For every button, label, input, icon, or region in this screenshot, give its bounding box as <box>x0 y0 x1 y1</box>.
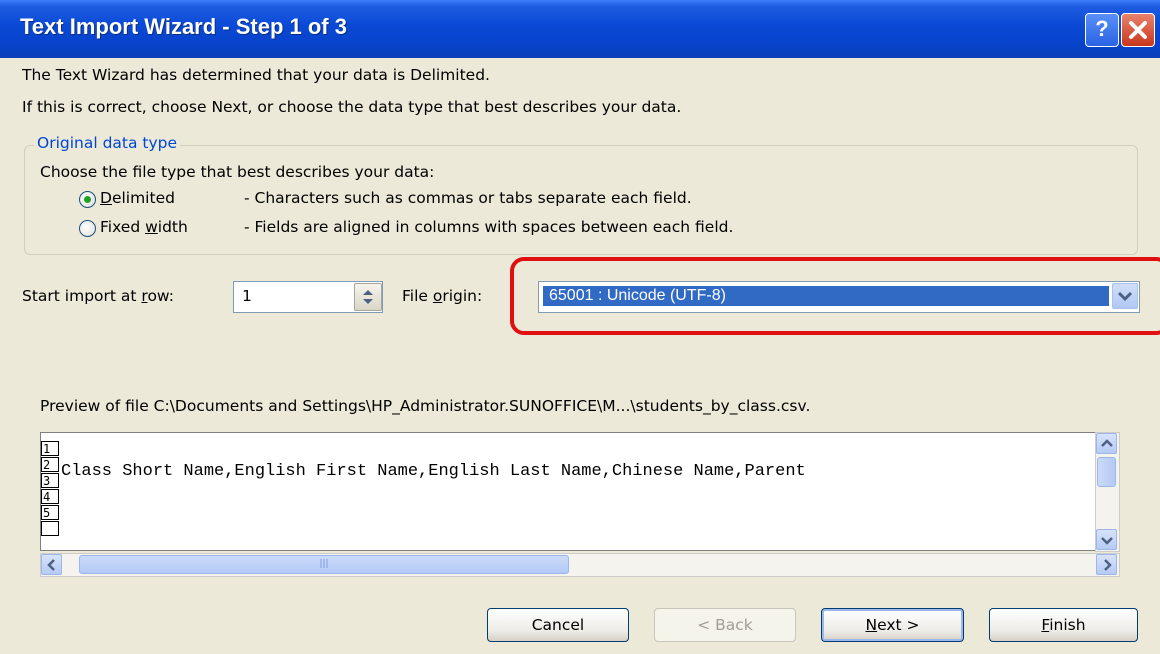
title-bar[interactable]: Text Import Wizard - Step 1 of 3 ? <box>0 0 1160 58</box>
chevron-up-icon <box>1101 439 1113 447</box>
vertical-scrollbar[interactable] <box>1095 432 1120 552</box>
question-mark-icon: ? <box>1095 16 1109 41</box>
preview-area[interactable]: 1 2 3 4 5 Class Short Name,English First… <box>40 432 1096 551</box>
access-key: w <box>145 218 158 236</box>
button-label-part: inish <box>1049 616 1086 634</box>
text-import-wizard-window: Text Import Wizard - Step 1 of 3 ? The T… <box>0 0 1160 654</box>
file-origin-label: File origin: <box>402 287 482 305</box>
chevron-left-icon <box>47 559 55 571</box>
radio-delimited-label[interactable]: Delimited <box>100 189 175 207</box>
label-part: Start import at <box>22 287 142 305</box>
access-key: N <box>865 616 878 634</box>
horizontal-scroll-thumb[interactable]: ||| <box>79 555 569 574</box>
group-legend: Original data type <box>34 134 181 152</box>
row-number <box>41 521 59 536</box>
spinner-arrows-icon <box>363 290 373 304</box>
vertical-scroll-thumb[interactable] <box>1097 457 1116 487</box>
radio-selected-dot <box>84 196 91 203</box>
window-title: Text Import Wizard - Step 1 of 3 <box>20 14 347 39</box>
start-row-spinner[interactable] <box>354 283 382 311</box>
row-number: 1 <box>41 441 59 456</box>
label-part: idth <box>157 218 188 236</box>
finish-button[interactable]: Finish <box>989 608 1138 642</box>
back-button[interactable]: < Back <box>654 608 796 642</box>
intro-line-2: If this is correct, choose Next, or choo… <box>22 98 682 116</box>
intro-line-1: The Text Wizard has determined that your… <box>22 66 490 84</box>
row-number: 3 <box>41 473 59 488</box>
chevron-down-icon <box>1101 537 1113 545</box>
cancel-button[interactable]: Cancel <box>487 608 629 642</box>
next-button[interactable]: Next > <box>821 608 964 642</box>
row-number: 4 <box>41 489 59 504</box>
annotation-highlight-box <box>510 257 1160 335</box>
close-icon <box>1129 21 1147 39</box>
scroll-left-button[interactable] <box>41 554 62 575</box>
label-part: elimited <box>111 189 175 207</box>
grip-icon: ||| <box>319 559 329 569</box>
close-button[interactable] <box>1121 13 1155 47</box>
label-part: ow: <box>147 287 174 305</box>
radio-fixed-width-label[interactable]: Fixed width <box>100 218 188 236</box>
label-part: File <box>402 287 433 305</box>
delimited-description: - Characters such as commas or tabs sepa… <box>244 189 692 207</box>
file-type-prompt: Choose the file type that best describes… <box>40 163 435 181</box>
row-number: 2 <box>41 457 59 472</box>
access-key: D <box>100 189 112 207</box>
chevron-right-icon <box>1104 559 1112 571</box>
start-row-label: Start import at row: <box>22 287 174 305</box>
preview-line: Class Short Name,English First Name,Engl… <box>61 462 806 481</box>
scroll-right-button[interactable] <box>1096 554 1117 575</box>
scroll-down-button[interactable] <box>1096 529 1117 550</box>
label-part: Fixed <box>100 218 146 236</box>
help-button[interactable]: ? <box>1085 13 1119 47</box>
access-key: o <box>432 287 443 305</box>
preview-label: Preview of file C:\Documents and Setting… <box>40 397 811 415</box>
horizontal-scrollbar[interactable]: ||| <box>40 553 1120 577</box>
start-row-value: 1 <box>242 287 252 305</box>
scroll-up-button[interactable] <box>1096 433 1117 454</box>
radio-delimited[interactable] <box>79 191 96 208</box>
label-part: rigin: <box>442 287 483 305</box>
fixed-width-description: - Fields are aligned in columns with spa… <box>244 218 734 236</box>
row-number: 5 <box>41 505 59 520</box>
button-label-part: ext > <box>877 616 920 634</box>
radio-fixed-width[interactable] <box>79 220 96 237</box>
